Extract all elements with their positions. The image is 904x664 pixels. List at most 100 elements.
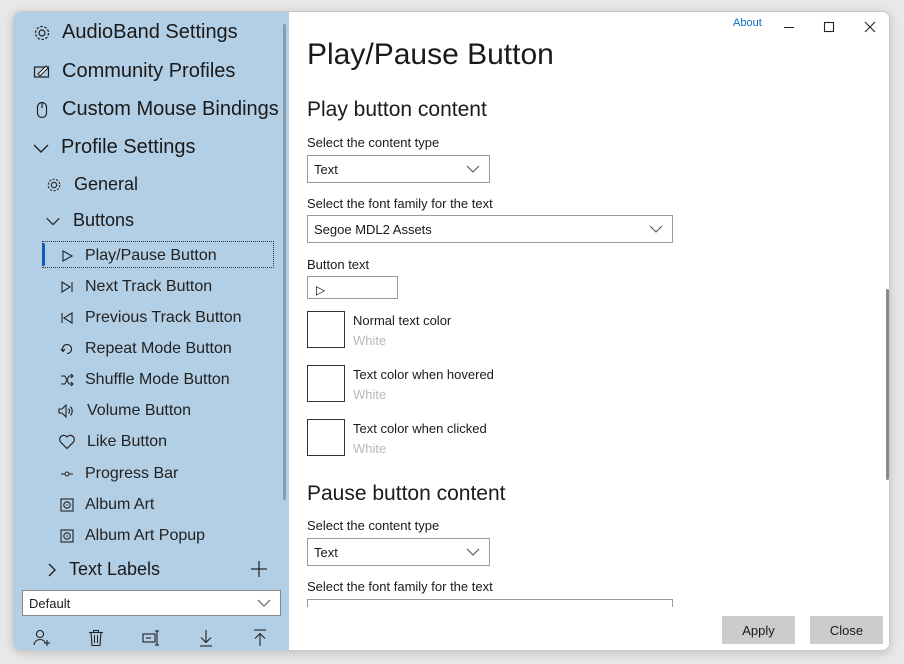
- normal-color-value: White: [353, 333, 387, 348]
- pause-section-title: Pause button content: [307, 482, 506, 505]
- mouse-icon: [32, 100, 52, 120]
- normal-color-swatch[interactable]: [307, 311, 345, 348]
- edit-board-icon: [32, 62, 52, 82]
- dropdown-value: Text: [314, 162, 338, 177]
- play-font-dropdown[interactable]: Segoe MDL2 Assets: [307, 215, 673, 243]
- clicked-color-title: Text color when clicked: [353, 421, 487, 436]
- album-art-icon: [57, 495, 77, 515]
- nav-label: Volume Button: [87, 402, 192, 419]
- profile-select[interactable]: Default: [22, 590, 281, 616]
- nav-shuffle-mode-button[interactable]: Shuffle Mode Button: [57, 370, 230, 390]
- play-section-title: Play button content: [307, 98, 487, 121]
- play-font-label: Select the font family for the text: [307, 196, 493, 211]
- button-text-input[interactable]: ▷: [307, 276, 398, 299]
- pause-font-label: Select the font family for the text: [307, 579, 493, 594]
- nav-profile-settings[interactable]: Profile Settings: [31, 136, 196, 159]
- nav-label: Like Button: [87, 433, 168, 450]
- nav-label: Previous Track Button: [85, 309, 242, 326]
- nav-community-profiles[interactable]: Community Profiles: [32, 60, 235, 83]
- button-text-value: ▷: [316, 283, 326, 297]
- profile-select-value: Default: [29, 596, 71, 611]
- volume-icon: [57, 401, 77, 421]
- nav-label: Shuffle Mode Button: [85, 371, 230, 388]
- app-window: AudioBand Settings Community Profiles Cu…: [13, 11, 890, 651]
- chevron-down-icon: [256, 595, 272, 614]
- nav-buttons[interactable]: Buttons: [43, 210, 134, 231]
- nav-label: Album Art: [85, 496, 155, 513]
- hovered-color-swatch[interactable]: [307, 365, 345, 402]
- nav-album-art[interactable]: Album Art: [57, 495, 154, 515]
- repeat-icon: [57, 339, 77, 359]
- previous-track-icon: [57, 308, 77, 328]
- nav-volume-button[interactable]: Volume Button: [57, 401, 191, 421]
- nav-like-button[interactable]: Like Button: [57, 432, 167, 452]
- album-art-icon: [57, 526, 77, 546]
- selection-indicator: [42, 243, 45, 266]
- gear-icon: [32, 23, 52, 43]
- apply-button[interactable]: Apply: [722, 616, 795, 644]
- heart-icon: [57, 432, 77, 452]
- nav-label: Profile Settings: [61, 136, 196, 158]
- rename-icon[interactable]: [141, 628, 161, 648]
- pause-font-dropdown[interactable]: [307, 599, 673, 607]
- nav-custom-mouse-bindings[interactable]: Custom Mouse Bindings: [32, 98, 279, 121]
- nav-label: Progress Bar: [85, 465, 179, 482]
- gear-icon: [44, 175, 64, 195]
- dropdown-value: Segoe MDL2 Assets: [314, 222, 432, 237]
- nav-general[interactable]: General: [44, 174, 138, 195]
- maximize-icon[interactable]: [820, 18, 838, 36]
- main-scrollbar[interactable]: [886, 289, 889, 480]
- delete-icon[interactable]: [86, 628, 106, 648]
- nav-label: Text Labels: [69, 559, 161, 579]
- import-icon[interactable]: [196, 628, 216, 648]
- nav-label: AudioBand Settings: [62, 21, 238, 43]
- nav-album-art-popup[interactable]: Album Art Popup: [57, 526, 205, 546]
- close-icon[interactable]: [861, 18, 879, 36]
- chevron-down-icon: [648, 221, 664, 240]
- dropdown-value: Text: [314, 545, 338, 560]
- button-text-label: Button text: [307, 257, 370, 272]
- nav-label: Repeat Mode Button: [85, 340, 232, 357]
- sidebar-scrollbar[interactable]: [283, 24, 286, 500]
- clicked-color-swatch[interactable]: [307, 419, 345, 456]
- main-panel: About Play/Pause Button Play button cont…: [289, 12, 889, 650]
- nav-label: Play/Pause Button: [85, 247, 217, 264]
- nav-audioband-settings[interactable]: AudioBand Settings: [32, 21, 238, 44]
- chevron-down-icon: [465, 161, 481, 180]
- nav-label: General: [74, 174, 139, 194]
- next-track-icon: [57, 277, 77, 297]
- export-icon[interactable]: [250, 628, 270, 648]
- nav-text-labels[interactable]: Text Labels: [45, 559, 160, 580]
- add-user-icon[interactable]: [32, 628, 52, 648]
- nav-label: Next Track Button: [85, 278, 213, 295]
- add-text-label-icon[interactable]: [250, 560, 268, 583]
- play-content-type-dropdown[interactable]: Text: [307, 155, 490, 183]
- hovered-color-title: Text color when hovered: [353, 367, 494, 382]
- nav-repeat-mode-button[interactable]: Repeat Mode Button: [57, 339, 232, 359]
- hovered-color-value: White: [353, 387, 387, 402]
- nav-progress-bar[interactable]: Progress Bar: [57, 464, 178, 484]
- shuffle-icon: [57, 370, 77, 390]
- play-content-type-label: Select the content type: [307, 135, 440, 150]
- pause-content-type-label: Select the content type: [307, 518, 440, 533]
- nav-label: Buttons: [73, 210, 135, 230]
- normal-color-title: Normal text color: [353, 313, 452, 328]
- page-title: Play/Pause Button: [307, 38, 554, 71]
- sidebar: AudioBand Settings Community Profiles Cu…: [14, 12, 289, 650]
- close-button[interactable]: Close: [810, 616, 883, 644]
- chevron-right-icon: [45, 560, 59, 580]
- chevron-down-icon: [43, 211, 63, 231]
- clicked-color-value: White: [353, 441, 387, 456]
- nav-label: Custom Mouse Bindings: [62, 98, 279, 120]
- chevron-down-icon: [31, 138, 51, 158]
- pause-content-type-dropdown[interactable]: Text: [307, 538, 490, 566]
- nav-next-track-button[interactable]: Next Track Button: [57, 277, 212, 297]
- minimize-icon[interactable]: [780, 18, 798, 36]
- about-link[interactable]: About: [733, 17, 762, 29]
- progress-icon: [57, 464, 77, 484]
- nav-label: Album Art Popup: [85, 527, 206, 544]
- play-icon: [57, 246, 77, 266]
- nav-previous-track-button[interactable]: Previous Track Button: [57, 308, 242, 328]
- nav-play-pause-button[interactable]: Play/Pause Button: [57, 246, 217, 266]
- nav-label: Community Profiles: [62, 60, 236, 82]
